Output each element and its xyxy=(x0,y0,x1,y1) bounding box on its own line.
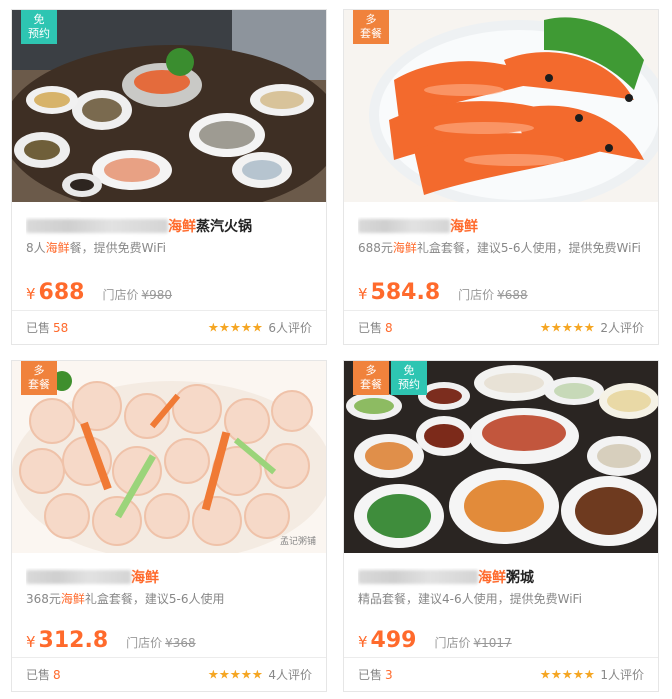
deal-badge: 多套餐 xyxy=(353,10,389,44)
stir-fried-shrimp-photo xyxy=(12,361,326,553)
deal-badges: 免预约 xyxy=(21,10,57,44)
original-price-label: 门店价 xyxy=(126,636,163,650)
review-info[interactable]: 1人评价 xyxy=(540,666,644,683)
deal-photo[interactable]: 多套餐 xyxy=(344,10,658,202)
deal-badge: 免预约 xyxy=(21,10,57,44)
original-price-label: 门店价 xyxy=(458,288,495,302)
deal-description: 368元海鲜礼盒套餐，建议5-6人使用 xyxy=(26,592,225,606)
title-highlight: 海鲜 xyxy=(450,219,478,235)
price-row: ¥ 688 门店价 ¥980 xyxy=(26,280,172,305)
deal-card[interactable]: 孟记粥铺 多套餐 海鲜 368元海鲜礼盒套餐，建议5-6人使用 ¥ 312.8 … xyxy=(11,360,327,692)
photo-watermark: 孟记粥铺 xyxy=(279,537,316,547)
original-price-label: 门店价 xyxy=(102,288,139,302)
currency-symbol: ¥ xyxy=(358,285,368,303)
deal-photo[interactable]: 免预约 xyxy=(12,10,326,202)
deal-badges: 多套餐 xyxy=(353,10,389,44)
deal-title[interactable]: 海鲜粥城 xyxy=(358,568,644,588)
sold-count: 8 xyxy=(53,668,61,682)
review-count: 6人评价 xyxy=(268,321,312,335)
deal-footer: 已售 3 1人评价 xyxy=(344,657,658,691)
title-suffix: 蒸汽火锅 xyxy=(196,219,252,235)
deal-card[interactable]: 免预约 海鲜蒸汽火锅 8人海鲜餐，提供免费WiFi ¥ 688 门店价 ¥980… xyxy=(11,9,327,345)
deal-footer: 已售 58 6人评价 xyxy=(12,310,326,344)
deal-badges: 多套餐 xyxy=(21,361,57,395)
title-highlight: 海鲜 xyxy=(478,570,506,586)
review-info[interactable]: 2人评价 xyxy=(540,319,644,336)
sold-count: 3 xyxy=(385,668,393,682)
sold-info: 已售 3 xyxy=(358,668,393,682)
deal-photo[interactable]: 孟记粥铺 多套餐 xyxy=(12,361,326,553)
review-info[interactable]: 4人评价 xyxy=(208,666,312,683)
price-row: ¥ 584.8 门店价 ¥688 xyxy=(358,280,528,305)
deal-price: 312.8 xyxy=(38,628,109,653)
deal-card[interactable]: 多套餐免预约 海鲜粥城 精品套餐，建议4-6人使用，提供免费WiFi ¥ 499… xyxy=(343,360,659,692)
deal-badge: 免预约 xyxy=(391,361,427,395)
deal-title[interactable]: 海鲜 xyxy=(26,568,312,588)
rating-stars-icon xyxy=(208,322,263,333)
rating-stars-icon xyxy=(208,669,263,680)
deal-price: 688 xyxy=(38,280,85,305)
original-price: ¥688 xyxy=(497,288,528,302)
review-count: 2人评价 xyxy=(600,321,644,335)
original-price: ¥368 xyxy=(165,636,196,650)
deal-footer: 已售 8 4人评价 xyxy=(12,657,326,691)
currency-symbol: ¥ xyxy=(26,633,36,651)
currency-symbol: ¥ xyxy=(26,285,36,303)
deal-description: 688元海鲜礼盒套餐，建议5-6人使用，提供免费WiFi xyxy=(358,241,641,255)
price-row: ¥ 312.8 门店价 ¥368 xyxy=(26,628,196,653)
sold-info: 已售 8 xyxy=(26,668,61,682)
seafood-banquet-photo xyxy=(12,10,326,202)
deal-photo[interactable]: 多套餐免预约 xyxy=(344,361,658,553)
boiled-shrimp-photo xyxy=(344,10,658,202)
review-count: 1人评价 xyxy=(600,668,644,682)
original-price: ¥1017 xyxy=(473,636,512,650)
rating-stars-icon xyxy=(540,669,595,680)
sold-count: 58 xyxy=(53,321,69,335)
deal-footer: 已售 8 2人评价 xyxy=(344,310,658,344)
deal-badge: 多套餐 xyxy=(353,361,389,395)
deal-badge: 多套餐 xyxy=(21,361,57,395)
sold-info: 已售 58 xyxy=(26,321,69,335)
title-suffix: 粥城 xyxy=(506,570,534,586)
sold-count: 8 xyxy=(385,321,393,335)
review-count: 4人评价 xyxy=(268,668,312,682)
currency-symbol: ¥ xyxy=(358,633,368,651)
original-price-label: 门店价 xyxy=(434,636,471,650)
deal-description: 精品套餐，建议4-6人使用，提供免费WiFi xyxy=(358,592,582,606)
price-row: ¥ 499 门店价 ¥1017 xyxy=(358,628,512,653)
deal-card[interactable]: 多套餐 海鲜 688元海鲜礼盒套餐，建议5-6人使用，提供免费WiFi ¥ 58… xyxy=(343,9,659,345)
title-highlight: 海鲜 xyxy=(168,219,196,235)
deal-description: 8人海鲜餐，提供免费WiFi xyxy=(26,241,166,255)
deal-price: 499 xyxy=(370,628,417,653)
original-price: ¥980 xyxy=(141,288,173,302)
deal-price: 584.8 xyxy=(370,280,441,305)
sold-info: 已售 8 xyxy=(358,321,393,335)
rating-stars-icon xyxy=(540,322,595,333)
title-highlight: 海鲜 xyxy=(131,570,159,586)
deal-title[interactable]: 海鲜 xyxy=(358,217,644,237)
deal-title[interactable]: 海鲜蒸汽火锅 xyxy=(26,217,312,237)
review-info[interactable]: 6人评价 xyxy=(208,319,312,336)
deal-badges: 多套餐免预约 xyxy=(353,361,427,395)
